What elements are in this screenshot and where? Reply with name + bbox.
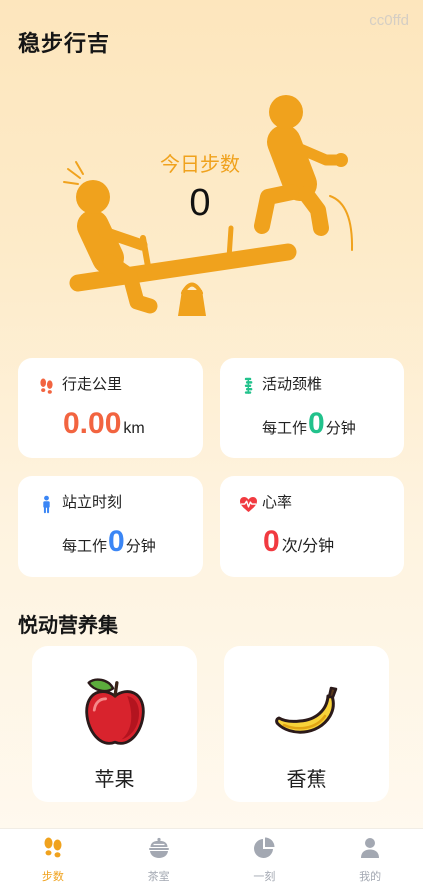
heart-rate-unit: 次/分钟	[281, 538, 335, 555]
stat-label: 站立时刻	[62, 494, 123, 511]
tab-steps[interactable]: 步数	[0, 829, 106, 890]
footprints-icon	[41, 836, 65, 860]
stat-card-walk-distance[interactable]: 行走公里 0.00 km	[18, 358, 203, 458]
walk-distance-unit: km	[123, 420, 145, 437]
food-name: 苹果	[94, 769, 135, 791]
stat-value-row: 每工作 0 分钟	[62, 522, 156, 566]
today-steps-label: 今日步数	[160, 154, 240, 176]
tab-profile[interactable]: 我的	[317, 829, 423, 890]
walk-distance-value: 0.00	[63, 407, 122, 440]
jumping-figure	[254, 95, 354, 251]
interval-prefix: 每工作	[262, 420, 308, 437]
tea-bowl-icon	[147, 836, 171, 860]
stat-value-row: 0.00 km	[62, 404, 145, 448]
nutrition-section-title: 悦动营养集	[18, 615, 118, 637]
interval-prefix: 每工作	[62, 538, 108, 555]
stat-value-row: 每工作 0 分钟	[262, 404, 356, 448]
tab-tea-room[interactable]: 茶室	[106, 829, 212, 890]
food-name: 香蕉	[286, 769, 327, 791]
pie-chart-icon	[252, 836, 276, 860]
bottom-tab-bar: 步数 茶室 一刻 我的	[0, 828, 423, 890]
tab-label: 我的	[359, 871, 382, 883]
heart-rate-value: 0	[263, 525, 280, 558]
stat-card-standing[interactable]: 站立时刻 每工作 0 分钟	[18, 476, 203, 577]
food-card-apple[interactable]: 苹果	[32, 646, 197, 802]
interval-unit: 分钟	[325, 420, 356, 437]
neck-interval-value: 0	[308, 407, 325, 440]
stat-card-neck-activity[interactable]: 活动颈椎 每工作 0 分钟	[220, 358, 404, 458]
footprints-icon	[36, 375, 56, 397]
stat-card-heart-rate[interactable]: 心率 0 次/分钟	[220, 476, 404, 577]
person-icon	[358, 836, 382, 860]
banana-icon	[224, 673, 389, 751]
tab-label: 步数	[41, 871, 64, 883]
heart-pulse-icon	[238, 493, 258, 515]
spine-icon	[238, 375, 258, 397]
interval-unit: 分钟	[125, 538, 156, 555]
tab-moment[interactable]: 一刻	[212, 829, 318, 890]
fulcrum-bucket	[178, 282, 206, 316]
stat-value-row: 0 次/分钟	[262, 522, 334, 566]
apple-icon	[32, 673, 197, 751]
standing-person-icon	[36, 493, 56, 515]
tab-label: 茶室	[147, 871, 170, 883]
standing-interval-value: 0	[108, 525, 125, 558]
stat-label: 活动颈椎	[262, 376, 323, 393]
today-steps-count: 0	[189, 182, 211, 224]
food-card-banana[interactable]: 香蕉	[224, 646, 389, 802]
tab-label: 一刻	[253, 871, 276, 883]
stat-label: 心率	[262, 494, 293, 511]
stat-label: 行走公里	[62, 376, 123, 393]
